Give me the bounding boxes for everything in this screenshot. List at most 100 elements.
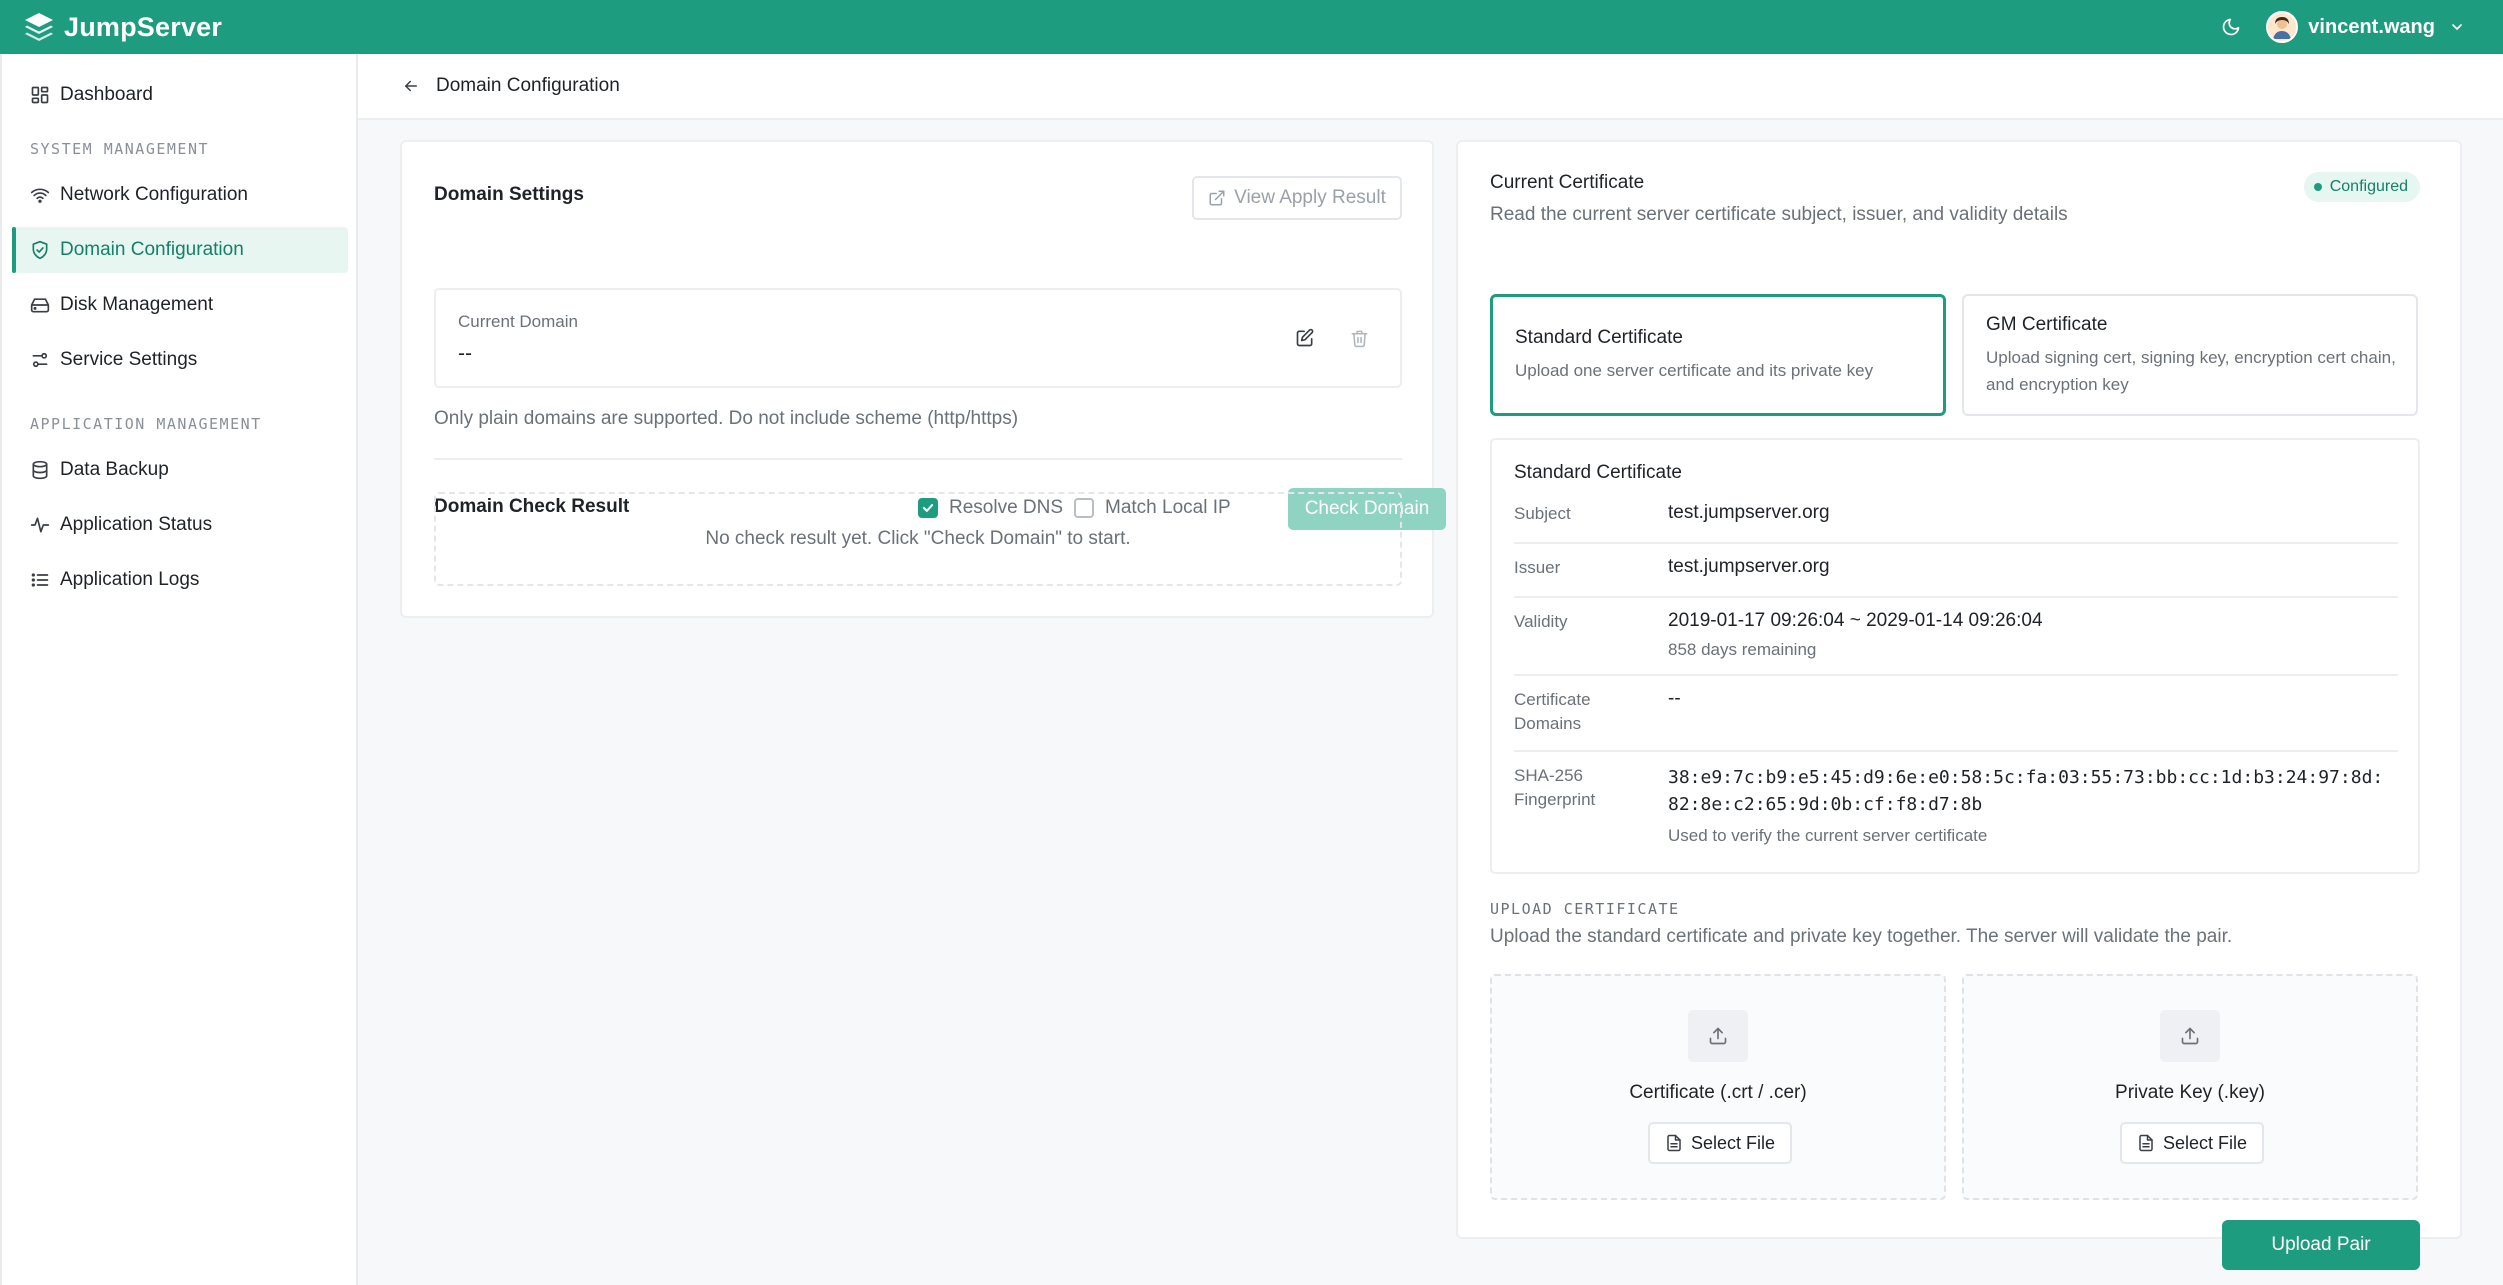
edit-domain-button[interactable]: [1290, 323, 1320, 353]
select-key-file-button[interactable]: Select File: [2120, 1122, 2264, 1164]
main-content: Domain Configuration Domain Settings Vie…: [358, 54, 2503, 1285]
upload-description: Upload the standard certificate and priv…: [1490, 926, 2233, 947]
sidebar-item-service-settings[interactable]: Service Settings: [12, 337, 348, 383]
shield-check-icon: [32, 240, 48, 260]
certificate-dropzone-title: Certificate (.crt / .cer): [1629, 1082, 1807, 1103]
wifi-icon: [30, 188, 50, 203]
moon-icon: [2223, 18, 2240, 36]
row-divider: [1514, 596, 2398, 598]
certificate-dropzone[interactable]: Certificate (.crt / .cer) Select File: [1490, 974, 1946, 1200]
certificate-subtitle: Read the current server certificate subj…: [1490, 204, 2068, 225]
list-icon: [31, 573, 49, 587]
sidebar: Dashboard SYSTEM MANAGEMENT Network Conf…: [0, 54, 358, 1285]
subject-label: Subject: [1514, 504, 1571, 523]
current-domain-box: Current Domain --: [434, 288, 1402, 388]
fingerprint-value: 38:e9:7c:b9:e5:45:d9:6e:e0:58:5c:fa:03:5…: [1668, 767, 2384, 815]
sidebar-item-label: Service Settings: [60, 349, 198, 370]
brand-name: JumpServer: [64, 11, 223, 42]
edit-icon: [1296, 328, 1314, 347]
sidebar-item-label: Data Backup: [60, 459, 169, 480]
certificate-details: Standard Certificate Subject test.jumpse…: [1490, 438, 2420, 874]
sidebar-item-data-backup[interactable]: Data Backup: [12, 447, 348, 493]
sidebar-item-application-logs[interactable]: Application Logs: [12, 557, 348, 603]
select-certificate-file-button[interactable]: Select File: [1648, 1122, 1792, 1164]
select-file-label: Select File: [2162, 1132, 2248, 1153]
row-divider: [1514, 750, 2398, 752]
section-application-management: APPLICATION MANAGEMENT: [30, 415, 262, 433]
database-icon: [32, 460, 48, 480]
subject-value: test.jumpserver.org: [1668, 502, 1830, 523]
sliders-icon: [32, 352, 48, 368]
row-divider: [1514, 542, 2398, 544]
external-link-icon: [1209, 190, 1225, 206]
delete-domain-button[interactable]: [1344, 323, 1374, 353]
sidebar-item-label: Domain Configuration: [60, 239, 244, 260]
back-button[interactable]: [400, 75, 422, 97]
user-name[interactable]: vincent.wang: [2308, 16, 2435, 39]
tile-gm-certificate[interactable]: GM Certificate Upload signing cert, sign…: [1962, 294, 2418, 416]
sidebar-item-label: Dashboard: [60, 84, 153, 105]
fingerprint-label: SHA-256 Fingerprint: [1514, 766, 1596, 809]
sidebar-item-network-configuration[interactable]: Network Configuration: [12, 172, 348, 218]
domain-hint: Only plain domains are supported. Do not…: [434, 408, 1019, 429]
sidebar-item-domain-configuration[interactable]: Domain Configuration: [12, 227, 348, 273]
activity-icon: [30, 517, 50, 533]
upload-icon-box: [2160, 1010, 2220, 1062]
breadcrumb: Domain Configuration: [358, 54, 2503, 120]
hard-drive-icon: [30, 298, 50, 313]
status-badge: Configured: [2303, 172, 2420, 202]
status-badge-label: Configured: [2329, 178, 2408, 195]
certificate-domains-label: Certificate Domains: [1514, 690, 1591, 733]
tile-standard-certificate[interactable]: Standard Certificate Upload one server c…: [1490, 294, 1946, 416]
layers-logo-icon: [25, 13, 53, 41]
upload-icon: [1709, 1027, 1727, 1045]
issuer-label: Issuer: [1514, 558, 1561, 577]
theme-toggle-button[interactable]: [2214, 10, 2248, 44]
file-icon: [2139, 1134, 2153, 1152]
certificate-title: Current Certificate: [1490, 172, 1645, 193]
avatar[interactable]: [2266, 11, 2299, 43]
validity-remaining: 858 days remaining: [1668, 640, 1817, 659]
file-icon: [1667, 1134, 1681, 1152]
sidebar-item-label: Application Logs: [60, 569, 200, 590]
trash-icon: [1351, 330, 1367, 347]
private-key-dropzone-title: Private Key (.key): [2115, 1082, 2265, 1103]
check-result-empty-text: No check result yet. Click "Check Domain…: [705, 528, 1131, 549]
upload-section-label: UPLOAD CERTIFICATE: [1490, 900, 1680, 918]
tile-title: GM Certificate: [1986, 314, 2108, 335]
sidebar-item-label: Disk Management: [60, 294, 214, 315]
domain-settings-card: Domain Settings View Apply Result Curren…: [400, 140, 1446, 618]
view-apply-result-button[interactable]: View Apply Result: [1192, 176, 1402, 220]
tile-description: Upload signing cert, signing key, encryp…: [1986, 348, 2396, 394]
sidebar-item-label: Application Status: [60, 514, 213, 535]
current-domain-value: --: [458, 342, 472, 365]
brand[interactable]: JumpServer: [22, 10, 222, 44]
view-apply-result-label: View Apply Result: [1234, 187, 1386, 208]
chevron-down-icon[interactable]: [2449, 19, 2465, 35]
domain-settings-title: Domain Settings: [434, 184, 584, 205]
private-key-dropzone[interactable]: Private Key (.key) Select File: [1962, 974, 2418, 1200]
upload-icon-box: [1688, 1010, 1748, 1062]
divider: [434, 458, 1402, 460]
tile-title: Standard Certificate: [1515, 327, 1683, 348]
details-title: Standard Certificate: [1514, 462, 1682, 483]
upload-pair-button[interactable]: Upload Pair: [2222, 1220, 2420, 1270]
certificate-header: Current Certificate Read the current ser…: [1490, 172, 2420, 232]
current-domain-label: Current Domain: [458, 312, 578, 331]
issuer-value: test.jumpserver.org: [1668, 556, 1830, 577]
select-file-label: Select File: [1690, 1132, 1776, 1153]
top-bar: JumpServer vincent.wang: [0, 0, 2503, 54]
upload-icon: [2181, 1027, 2199, 1045]
page-title: Domain Configuration: [436, 75, 620, 96]
validity-value: 2019-01-17 09:26:04 ~ 2029-01-14 09:26:0…: [1668, 610, 2043, 631]
check-result-box: No check result yet. Click "Check Domain…: [434, 492, 1402, 586]
sidebar-item-dashboard[interactable]: Dashboard: [12, 72, 348, 118]
sidebar-item-disk-management[interactable]: Disk Management: [12, 282, 348, 328]
row-divider: [1514, 674, 2398, 676]
sidebar-item-application-status[interactable]: Application Status: [12, 502, 348, 548]
avatar-icon: [2268, 13, 2297, 41]
tile-description: Upload one server certificate and its pr…: [1515, 361, 1874, 380]
fingerprint-note: Used to verify the current server certif…: [1668, 826, 1988, 845]
section-system-management: SYSTEM MANAGEMENT: [30, 140, 210, 158]
validity-label: Validity: [1514, 612, 1568, 631]
